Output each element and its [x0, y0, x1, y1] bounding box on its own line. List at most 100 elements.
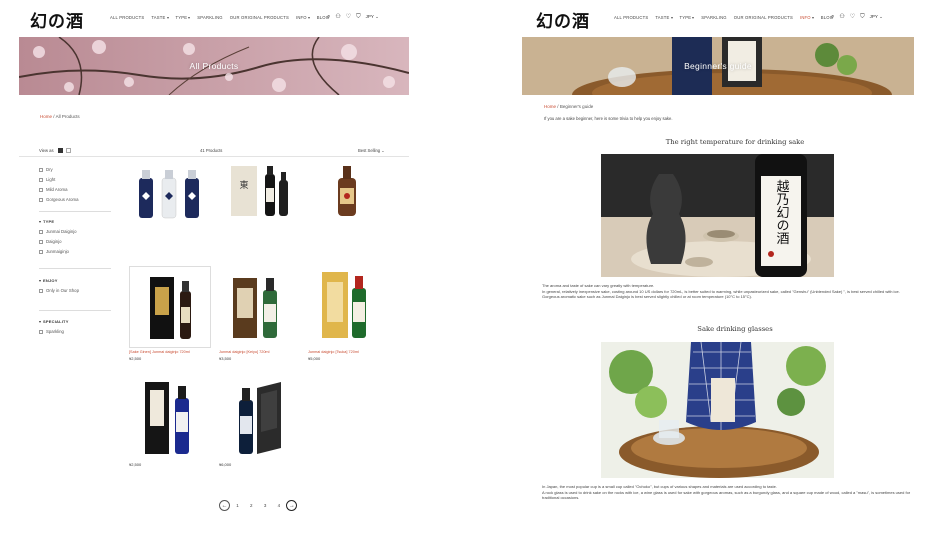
- product-card[interactable]: Junmai daiginjo [Tsuka] 720ml ¥5,000: [308, 266, 390, 361]
- cart-icon[interactable]: ⛉: [356, 14, 361, 20]
- product-card[interactable]: Daiginjo [Kotsuji Sorafune] 720ml ¥6,000: [219, 378, 301, 467]
- all-products-page: 幻の酒 ALL PRODUCTS TASTE TYPE SPARKLING OUR OR…: [0, 0, 430, 534]
- enjoy-filter: ENJOY Only in Our Shop: [39, 276, 79, 296]
- product-name[interactable]: [Sake Ginen] Junmai daiginjo 720ml: [129, 350, 211, 355]
- nav-info[interactable]: INFO: [296, 15, 310, 20]
- pagination: ← 1 2 3 4 →: [219, 500, 298, 511]
- breadcrumb-current: All Products: [55, 114, 80, 119]
- filter-divider: [39, 310, 111, 311]
- filter-heading-type[interactable]: TYPE: [39, 217, 77, 227]
- filter-option[interactable]: Mild Aroma: [39, 185, 78, 195]
- filter-heading-enjoy[interactable]: ENJOY: [39, 276, 79, 286]
- grid-view-icon[interactable]: [57, 148, 63, 154]
- nav-all-products[interactable]: ALL PRODUCTS: [110, 15, 144, 20]
- product-price: ¥2,500: [129, 356, 142, 361]
- product-card[interactable]: Junmai ginjo [Kotsuji Naoyu] 720ml ¥2,50…: [129, 378, 211, 467]
- beginners-guide-page: 幻の酒 ALL PRODUCTS TASTE TYPE SPARKLING OUR OR…: [520, 0, 950, 534]
- next-page-button[interactable]: →: [286, 500, 298, 511]
- breadcrumb-separator: /: [53, 114, 55, 119]
- filter-option[interactable]: Junmai Daiginjo: [39, 227, 77, 237]
- product-image[interactable]: [308, 164, 390, 246]
- breadcrumb-home[interactable]: Home: [40, 114, 52, 119]
- page-title: Beginner's guide: [684, 61, 752, 71]
- intro-text: If you are a sake beginner, here is some…: [544, 116, 673, 121]
- svg-text:東: 東: [239, 179, 248, 191]
- product-image[interactable]: [129, 378, 211, 460]
- page-banner: All Products: [19, 37, 409, 95]
- account-icon[interactable]: ⚇: [335, 14, 340, 20]
- speciality-filter: SPECIALITY Sparkling: [39, 317, 69, 337]
- filter-option[interactable]: Junmaiginjo: [39, 247, 77, 257]
- filter-option[interactable]: Only in Our Shop: [39, 286, 79, 296]
- site-header: 幻の酒 ALL PRODUCTS TASTE TYPE SPARKLING OUR OR…: [0, 0, 430, 36]
- filter-option[interactable]: Light: [39, 175, 78, 185]
- product-name[interactable]: Junmai daiginjo [Tsuka] 720ml: [308, 350, 390, 355]
- nav-all-products[interactable]: ALL PRODUCTS: [614, 15, 648, 20]
- bottle-label-text: 越乃幻の酒: [774, 180, 790, 245]
- nav-taste[interactable]: TASTE: [151, 15, 169, 20]
- type-filter: TYPE Junmai Daiginjo Daiginjo Junmaiginj…: [39, 217, 77, 257]
- nav-type[interactable]: TYPE: [176, 15, 191, 20]
- product-name[interactable]: Junmai daiginjo [Keiyu] 720ml: [219, 350, 301, 355]
- product-image[interactable]: 東: [219, 164, 301, 246]
- site-logo[interactable]: 幻の酒: [536, 7, 590, 32]
- site-header: 幻の酒 ALL PRODUCTS TASTE TYPE SPARKLING OUR OR…: [520, 0, 950, 36]
- page-link[interactable]: 1: [236, 503, 239, 508]
- product-card[interactable]: [Saku Ginen] Kasumi no sake 720ml ¥2,450: [308, 164, 390, 246]
- nav-sparkling[interactable]: SPARKLING: [197, 15, 222, 20]
- account-icon[interactable]: ⚇: [839, 14, 844, 20]
- product-card[interactable]: 東 Junmai daiginjo [Tokyo Kuro] 720ml ¥5,…: [219, 164, 301, 246]
- filter-option[interactable]: Daiginjo: [39, 237, 77, 247]
- sort-select[interactable]: Best Selling ⌄: [358, 148, 385, 153]
- list-view-icon[interactable]: [65, 148, 71, 154]
- prev-page-button[interactable]: ←: [219, 500, 230, 511]
- sake-glass-photo: [601, 342, 834, 478]
- main-nav: ALL PRODUCTS TASTE TYPE SPARKLING OUR ORIGIN…: [110, 15, 336, 20]
- product-count: 41 Products: [200, 148, 223, 153]
- product-image[interactable]: [129, 164, 211, 246]
- product-image[interactable]: [219, 378, 301, 460]
- page-link[interactable]: 2: [250, 503, 253, 508]
- sake-bottle-photo: 越乃幻の酒: [601, 154, 834, 277]
- filter-option[interactable]: Sparkling: [39, 327, 69, 337]
- filter-option[interactable]: Gorgeous Aroma: [39, 195, 78, 205]
- product-image[interactable]: [129, 266, 211, 348]
- page-title: All Products: [189, 61, 239, 71]
- nav-sparkling[interactable]: SPARKLING: [701, 15, 726, 20]
- nav-original-products[interactable]: OUR ORIGINAL PRODUCTS: [734, 15, 793, 20]
- currency-selector[interactable]: JPY ⌄: [366, 14, 379, 19]
- product-card[interactable]: Koshihikari Junmai daiginjo&Yamadanishik…: [129, 164, 211, 246]
- product-price: ¥2,500: [129, 462, 142, 467]
- breadcrumb: Home / Beginner's guide: [544, 104, 593, 109]
- view-as-label: View as: [39, 148, 54, 153]
- paragraph-line: A rock glass is used to drink sake on th…: [542, 489, 911, 501]
- header-icons: ⌕ ⚇ ♡ ⛉ JPY ⌄: [327, 13, 384, 21]
- section-title-temperature: The right temperature for drinking sake: [665, 138, 805, 146]
- product-image[interactable]: [219, 266, 301, 348]
- toolbar-divider: [19, 156, 409, 157]
- filter-option[interactable]: Dry: [39, 165, 78, 175]
- nav-original-products[interactable]: OUR ORIGINAL PRODUCTS: [230, 15, 289, 20]
- page-banner: Beginner's guide: [522, 37, 914, 95]
- breadcrumb-home[interactable]: Home: [544, 104, 556, 109]
- cart-icon[interactable]: ⛉: [860, 14, 865, 20]
- product-price: ¥3,500: [219, 356, 232, 361]
- glasses-paragraph: In Japan, the most popular cup is a smal…: [542, 484, 912, 501]
- product-image[interactable]: [308, 266, 390, 348]
- search-icon[interactable]: ⌕: [831, 14, 834, 20]
- page-link[interactable]: 3: [264, 503, 267, 508]
- wishlist-icon[interactable]: ♡: [850, 14, 855, 20]
- nav-taste[interactable]: TASTE: [655, 15, 673, 20]
- temperature-paragraph: The aroma and taste of sake can vary gre…: [542, 283, 912, 300]
- search-icon[interactable]: ⌕: [327, 14, 330, 20]
- wishlist-icon[interactable]: ♡: [346, 14, 351, 20]
- site-logo[interactable]: 幻の酒: [30, 7, 84, 32]
- nav-type[interactable]: TYPE: [680, 15, 695, 20]
- filter-heading-speciality[interactable]: SPECIALITY: [39, 317, 69, 327]
- product-card[interactable]: [Sake Ginen] Junmai daiginjo 720ml ¥2,50…: [129, 266, 211, 361]
- currency-selector[interactable]: JPY ⌄: [870, 14, 883, 19]
- nav-info[interactable]: INFO: [800, 15, 814, 20]
- page-link[interactable]: 4: [278, 503, 281, 508]
- product-card[interactable]: Junmai daiginjo [Keiyu] 720ml ¥3,500: [219, 266, 301, 361]
- main-nav: ALL PRODUCTS TASTE TYPE SPARKLING OUR ORIGIN…: [614, 15, 840, 20]
